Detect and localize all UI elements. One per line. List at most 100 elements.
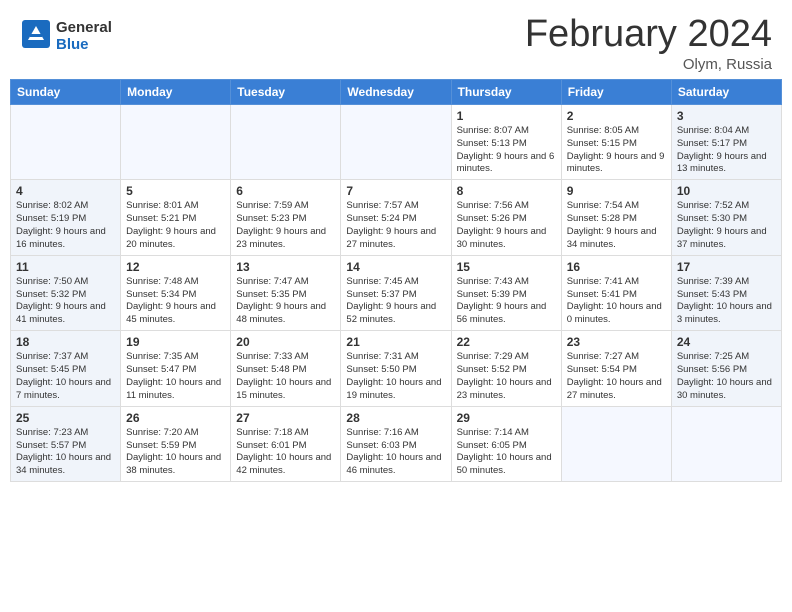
table-row: 6Sunrise: 7:59 AMSunset: 5:23 PMDaylight… xyxy=(231,180,341,255)
sunset-text: Sunset: 5:54 PM xyxy=(567,364,666,377)
day-number: 20 xyxy=(236,334,335,350)
day-number: 4 xyxy=(16,183,115,199)
sunset-text: Sunset: 5:17 PM xyxy=(677,138,776,151)
day-number: 9 xyxy=(567,183,666,199)
sunset-text: Sunset: 5:35 PM xyxy=(236,289,335,302)
table-row xyxy=(561,406,671,481)
table-row xyxy=(231,104,341,179)
header-saturday: Saturday xyxy=(671,79,781,104)
daylight-text: Daylight: 10 hours and 23 minutes. xyxy=(457,377,556,403)
day-number: 21 xyxy=(346,334,445,350)
sunset-text: Sunset: 5:30 PM xyxy=(677,213,776,226)
table-row: 1Sunrise: 8:07 AMSunset: 5:13 PMDaylight… xyxy=(451,104,561,179)
table-row: 15Sunrise: 7:43 AMSunset: 5:39 PMDayligh… xyxy=(451,255,561,330)
table-row: 10Sunrise: 7:52 AMSunset: 5:30 PMDayligh… xyxy=(671,180,781,255)
sunrise-text: Sunrise: 7:37 AM xyxy=(16,351,115,364)
table-row: 18Sunrise: 7:37 AMSunset: 5:45 PMDayligh… xyxy=(11,331,121,406)
sunset-text: Sunset: 5:34 PM xyxy=(126,289,225,302)
day-number: 1 xyxy=(457,108,556,124)
day-number: 29 xyxy=(457,410,556,426)
daylight-text: Daylight: 10 hours and 30 minutes. xyxy=(677,377,776,403)
day-number: 11 xyxy=(16,259,115,275)
day-number: 22 xyxy=(457,334,556,350)
table-row: 5Sunrise: 8:01 AMSunset: 5:21 PMDaylight… xyxy=(121,180,231,255)
sunset-text: Sunset: 5:43 PM xyxy=(677,289,776,302)
table-row: 19Sunrise: 7:35 AMSunset: 5:47 PMDayligh… xyxy=(121,331,231,406)
sunrise-text: Sunrise: 7:57 AM xyxy=(346,200,445,213)
table-row: 29Sunrise: 7:14 AMSunset: 6:05 PMDayligh… xyxy=(451,406,561,481)
daylight-text: Daylight: 9 hours and 30 minutes. xyxy=(457,226,556,252)
sunset-text: Sunset: 5:26 PM xyxy=(457,213,556,226)
sunset-text: Sunset: 5:56 PM xyxy=(677,364,776,377)
table-row xyxy=(671,406,781,481)
day-number: 26 xyxy=(126,410,225,426)
sunset-text: Sunset: 6:05 PM xyxy=(457,440,556,453)
daylight-text: Daylight: 9 hours and 13 minutes. xyxy=(677,151,776,177)
sunrise-text: Sunrise: 7:35 AM xyxy=(126,351,225,364)
day-number: 15 xyxy=(457,259,556,275)
sunset-text: Sunset: 6:01 PM xyxy=(236,440,335,453)
sunrise-text: Sunrise: 8:04 AM xyxy=(677,125,776,138)
day-number: 28 xyxy=(346,410,445,426)
day-number: 18 xyxy=(16,334,115,350)
daylight-text: Daylight: 9 hours and 9 minutes. xyxy=(567,151,666,177)
sunset-text: Sunset: 5:23 PM xyxy=(236,213,335,226)
day-number: 23 xyxy=(567,334,666,350)
table-row: 2Sunrise: 8:05 AMSunset: 5:15 PMDaylight… xyxy=(561,104,671,179)
header-monday: Monday xyxy=(121,79,231,104)
table-row: 20Sunrise: 7:33 AMSunset: 5:48 PMDayligh… xyxy=(231,331,341,406)
calendar-title: February 2024 xyxy=(525,14,772,56)
sunset-text: Sunset: 5:32 PM xyxy=(16,289,115,302)
table-row: 3Sunrise: 8:04 AMSunset: 5:17 PMDaylight… xyxy=(671,104,781,179)
daylight-text: Daylight: 10 hours and 11 minutes. xyxy=(126,377,225,403)
sunrise-text: Sunrise: 7:16 AM xyxy=(346,427,445,440)
sunset-text: Sunset: 5:21 PM xyxy=(126,213,225,226)
title-block: February 2024 Olym, Russia xyxy=(525,14,772,73)
daylight-text: Daylight: 9 hours and 6 minutes. xyxy=(457,151,556,177)
sunset-text: Sunset: 5:13 PM xyxy=(457,138,556,151)
logo: General Blue xyxy=(20,18,112,55)
sunset-text: Sunset: 5:37 PM xyxy=(346,289,445,302)
day-number: 7 xyxy=(346,183,445,199)
logo-blue: Blue xyxy=(56,36,89,53)
sunrise-text: Sunrise: 8:05 AM xyxy=(567,125,666,138)
sunset-text: Sunset: 5:15 PM xyxy=(567,138,666,151)
sunrise-text: Sunrise: 7:25 AM xyxy=(677,351,776,364)
table-row: 13Sunrise: 7:47 AMSunset: 5:35 PMDayligh… xyxy=(231,255,341,330)
calendar-week-row: 18Sunrise: 7:37 AMSunset: 5:45 PMDayligh… xyxy=(11,331,782,406)
calendar-table: Sunday Monday Tuesday Wednesday Thursday… xyxy=(10,79,782,482)
logo-text: General Blue xyxy=(56,20,112,53)
day-number: 27 xyxy=(236,410,335,426)
daylight-text: Daylight: 9 hours and 20 minutes. xyxy=(126,226,225,252)
calendar-week-row: 11Sunrise: 7:50 AMSunset: 5:32 PMDayligh… xyxy=(11,255,782,330)
header-tuesday: Tuesday xyxy=(231,79,341,104)
table-row: 11Sunrise: 7:50 AMSunset: 5:32 PMDayligh… xyxy=(11,255,121,330)
daylight-text: Daylight: 9 hours and 56 minutes. xyxy=(457,301,556,327)
day-number: 3 xyxy=(677,108,776,124)
day-number: 13 xyxy=(236,259,335,275)
sunrise-text: Sunrise: 8:01 AM xyxy=(126,200,225,213)
table-row: 21Sunrise: 7:31 AMSunset: 5:50 PMDayligh… xyxy=(341,331,451,406)
calendar-subtitle: Olym, Russia xyxy=(525,56,772,73)
sunrise-text: Sunrise: 8:02 AM xyxy=(16,200,115,213)
table-row: 14Sunrise: 7:45 AMSunset: 5:37 PMDayligh… xyxy=(341,255,451,330)
sunrise-text: Sunrise: 7:20 AM xyxy=(126,427,225,440)
table-row: 28Sunrise: 7:16 AMSunset: 6:03 PMDayligh… xyxy=(341,406,451,481)
sunset-text: Sunset: 5:50 PM xyxy=(346,364,445,377)
sunrise-text: Sunrise: 7:23 AM xyxy=(16,427,115,440)
sunrise-text: Sunrise: 7:18 AM xyxy=(236,427,335,440)
daylight-text: Daylight: 9 hours and 37 minutes. xyxy=(677,226,776,252)
daylight-text: Daylight: 10 hours and 46 minutes. xyxy=(346,452,445,478)
sunrise-text: Sunrise: 7:52 AM xyxy=(677,200,776,213)
daylight-text: Daylight: 9 hours and 41 minutes. xyxy=(16,301,115,327)
calendar-week-row: 25Sunrise: 7:23 AMSunset: 5:57 PMDayligh… xyxy=(11,406,782,481)
table-row: 22Sunrise: 7:29 AMSunset: 5:52 PMDayligh… xyxy=(451,331,561,406)
sunset-text: Sunset: 5:39 PM xyxy=(457,289,556,302)
weekday-header-row: Sunday Monday Tuesday Wednesday Thursday… xyxy=(11,79,782,104)
daylight-text: Daylight: 9 hours and 34 minutes. xyxy=(567,226,666,252)
table-row: 25Sunrise: 7:23 AMSunset: 5:57 PMDayligh… xyxy=(11,406,121,481)
sunrise-text: Sunrise: 7:56 AM xyxy=(457,200,556,213)
table-row: 4Sunrise: 8:02 AMSunset: 5:19 PMDaylight… xyxy=(11,180,121,255)
sunrise-text: Sunrise: 7:59 AM xyxy=(236,200,335,213)
table-row: 23Sunrise: 7:27 AMSunset: 5:54 PMDayligh… xyxy=(561,331,671,406)
